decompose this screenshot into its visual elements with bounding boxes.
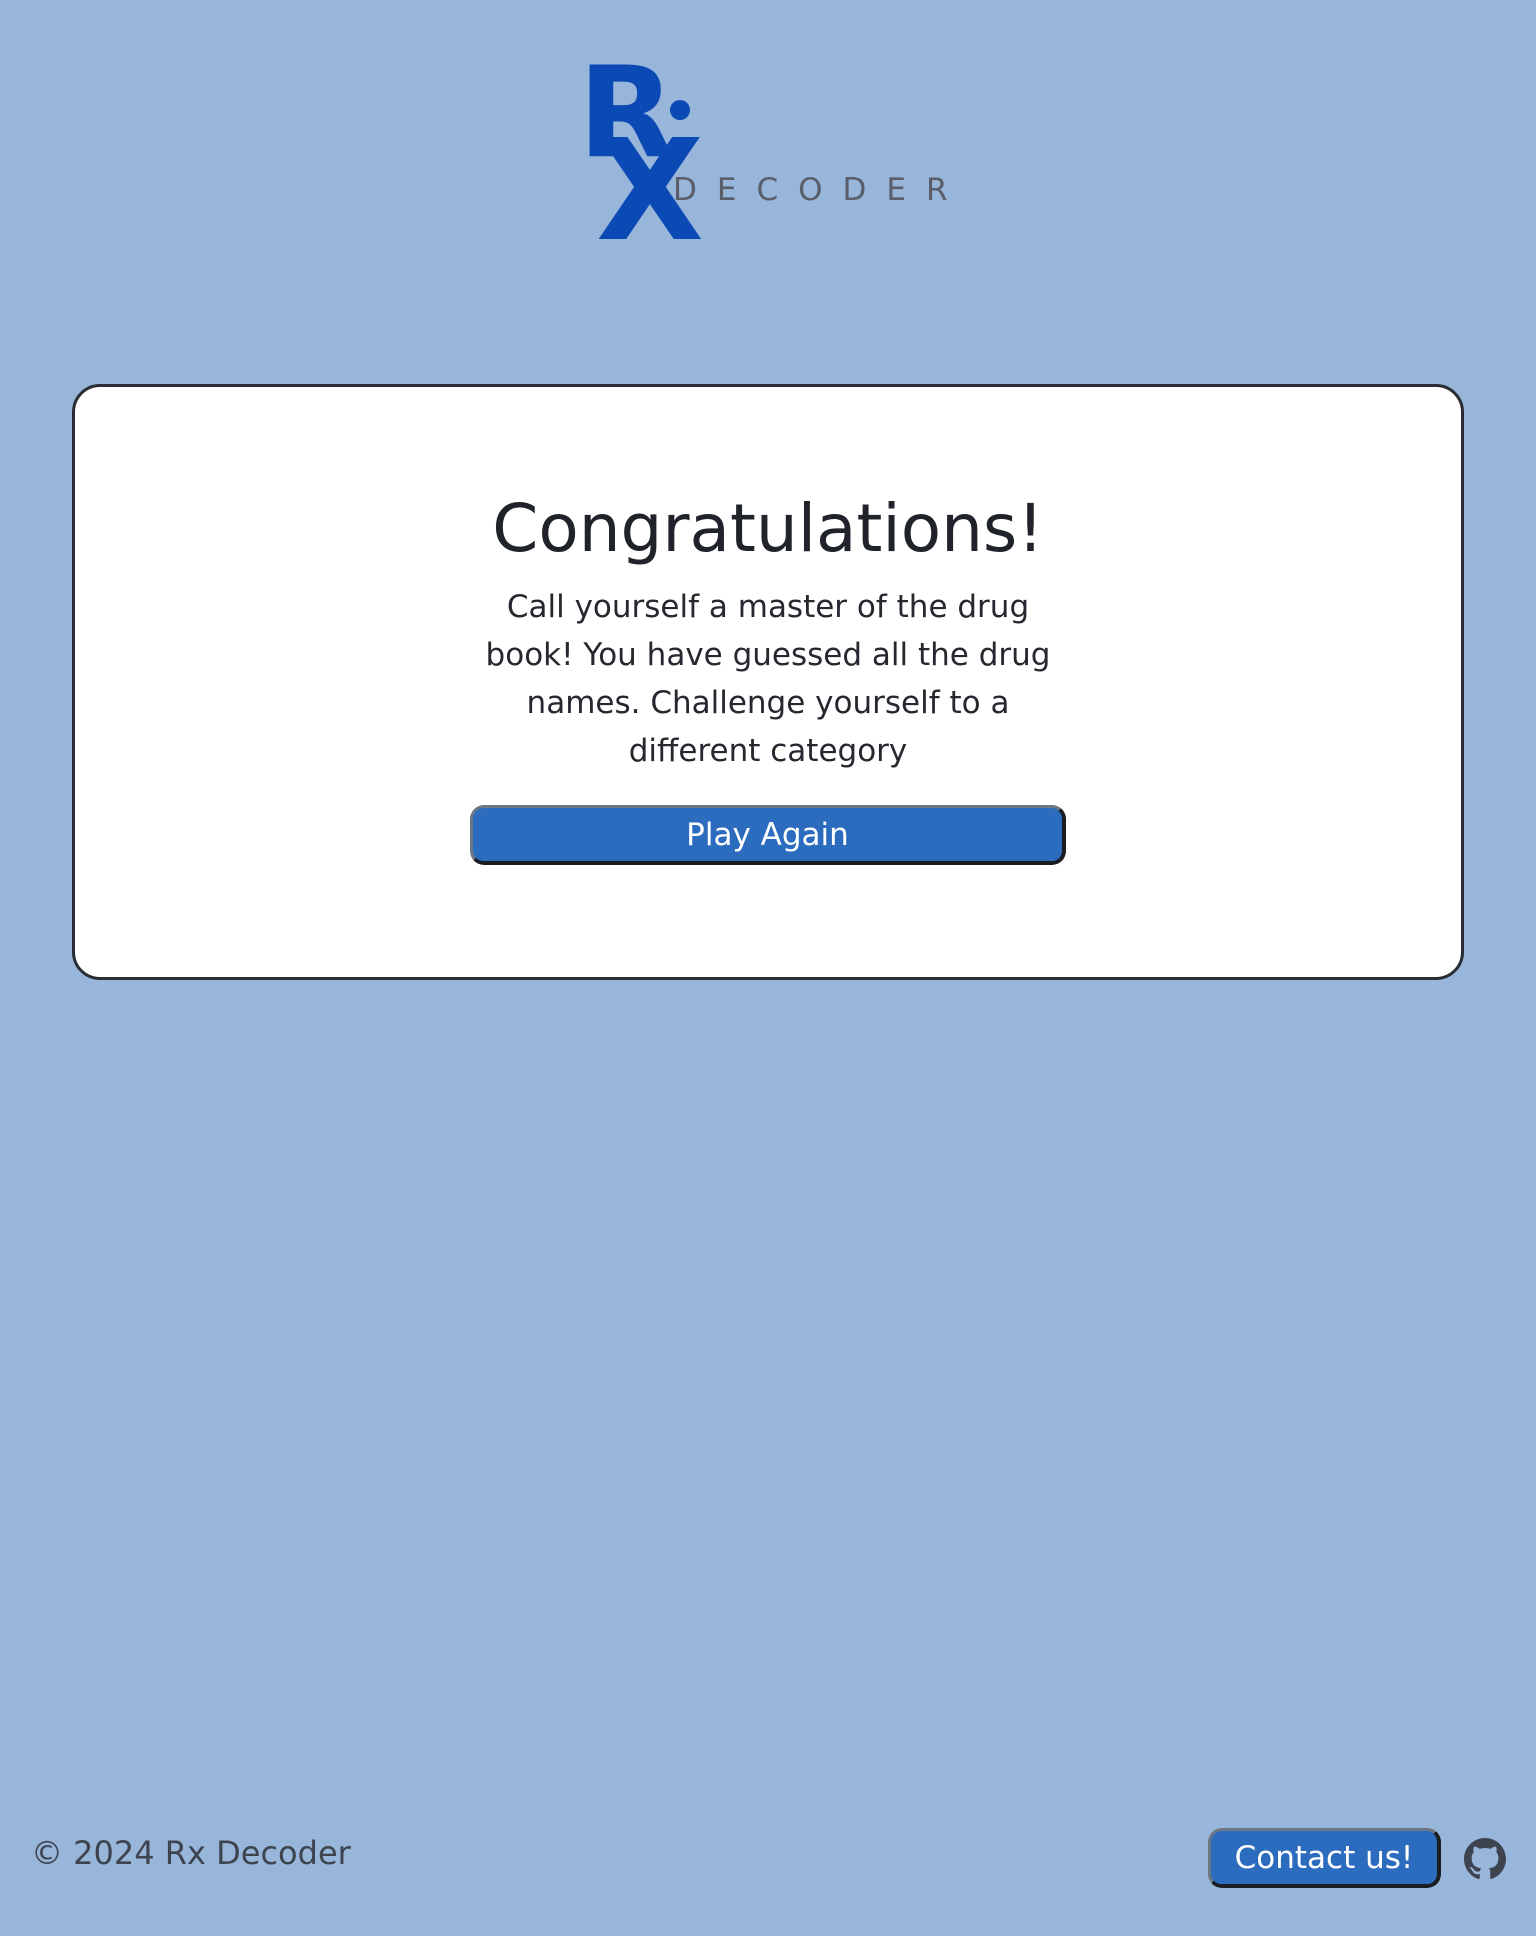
contact-us-button[interactable]: Contact us! <box>1208 1828 1441 1888</box>
footer-copyright: © 2024 Rx Decoder <box>31 1834 351 1872</box>
github-icon[interactable] <box>1464 1838 1506 1880</box>
rx-decoder-logo: R X DECODER <box>578 50 958 262</box>
play-again-button[interactable]: Play Again <box>470 805 1066 865</box>
congratulations-card: Congratulations! Call yourself a master … <box>72 384 1464 980</box>
logo-wordmark: DECODER <box>673 172 968 208</box>
card-title: Congratulations! <box>492 490 1044 567</box>
card-message: Call yourself a master of the drug book!… <box>485 589 1051 769</box>
